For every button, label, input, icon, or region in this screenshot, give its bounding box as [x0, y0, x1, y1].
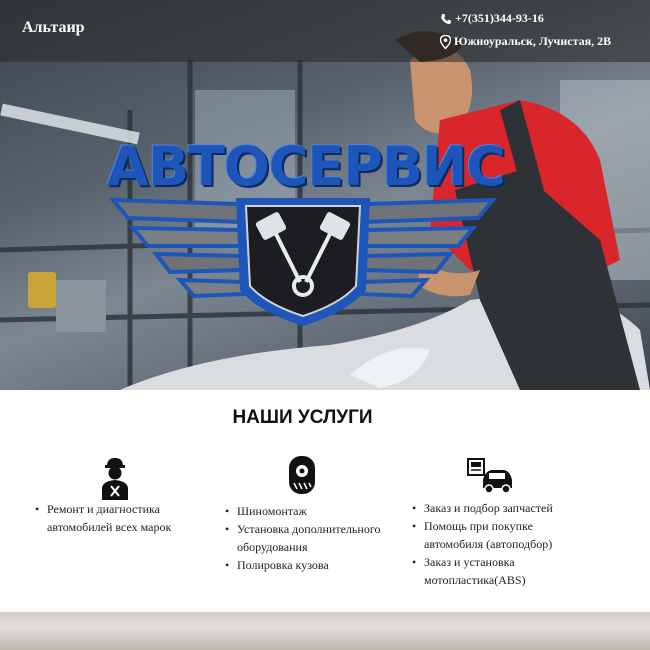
- top-bar: Альтаир +7(351)344-93-16 Южноуральск, Лу…: [0, 0, 650, 62]
- brand-name[interactable]: Альтаир: [22, 19, 85, 37]
- tire-icon: [289, 456, 315, 494]
- service-item: Заказ и установка мотопластика(ABS): [412, 553, 582, 589]
- service-item: Помощь при покупке автомобиля (автоподбо…: [412, 517, 582, 553]
- address-contact: Южноуральск, Лучистая, 2В: [440, 34, 611, 49]
- phone-icon: [441, 13, 451, 24]
- service-item: Полировка кузова: [225, 556, 395, 574]
- service-item: Установка дополнительного оборудования: [225, 520, 395, 556]
- phone-number[interactable]: +7(351)344-93-16: [455, 11, 544, 26]
- next-section-background: [0, 612, 650, 650]
- service-item: Ремонт и диагностика автомобилей всех ма…: [35, 500, 195, 536]
- service-item: Шиномонтаж: [225, 502, 395, 520]
- hero-banner: Альтаир +7(351)344-93-16 Южноуральск, Лу…: [0, 0, 650, 390]
- address-text: Южноуральск, Лучистая, 2В: [454, 34, 612, 48]
- services-heading: НАШИ УСЛУГИ: [232, 407, 373, 428]
- service-column-repair: Ремонт и диагностика автомобилей всех ма…: [35, 500, 195, 536]
- car-parts-icon: [467, 458, 512, 494]
- mechanic-icon: [102, 458, 128, 500]
- service-column-parts: Заказ и подбор запчастей Помощь при поку…: [412, 499, 582, 589]
- phone-contact[interactable]: +7(351)344-93-16: [440, 11, 544, 26]
- service-column-tires: Шиномонтаж Установка дополнительного обо…: [225, 502, 395, 574]
- winged-emblem-logo: [108, 197, 498, 326]
- map-pin-icon: [440, 34, 451, 49]
- logo-title: АВТОСЕРВИС: [107, 135, 506, 198]
- service-item: Заказ и подбор запчастей: [412, 499, 582, 517]
